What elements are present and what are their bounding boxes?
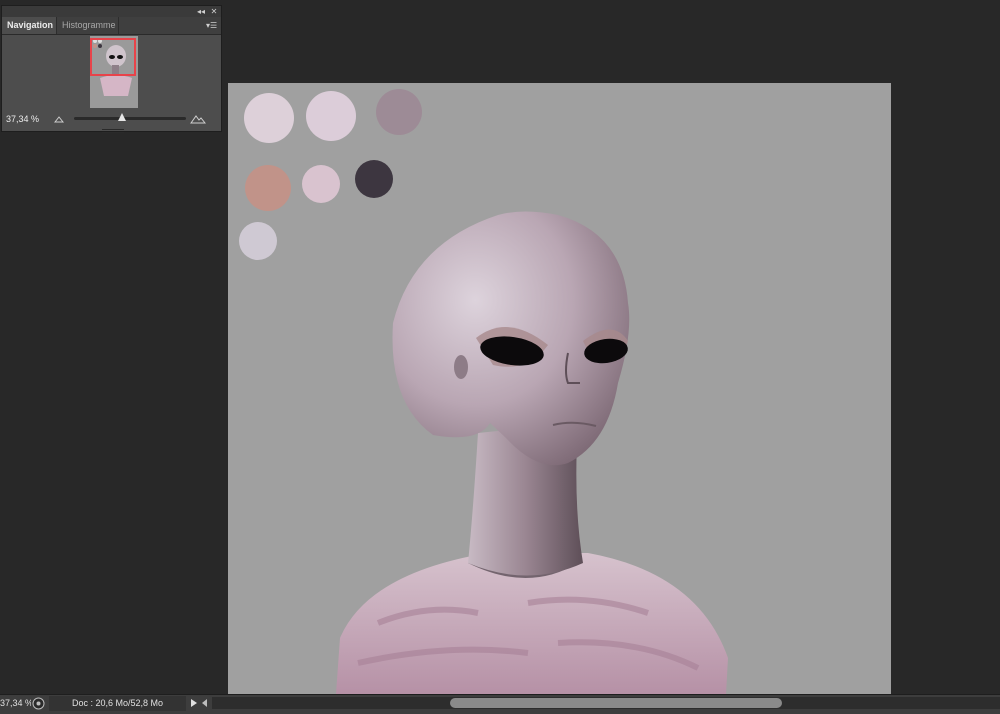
zoom-out-icon[interactable] xyxy=(54,114,64,124)
status-bar: 37,34 % Doc : 20,6 Mo/52,8 Mo xyxy=(0,694,1000,714)
tab-histogram[interactable]: Histogramme xyxy=(57,17,119,34)
close-icon[interactable]: ✕ xyxy=(209,6,219,17)
swatch xyxy=(239,222,277,260)
horizontal-scrollbar[interactable] xyxy=(212,697,1000,709)
status-zoom-field[interactable]: 37,34 % xyxy=(0,695,31,714)
scrollbar-thumb[interactable] xyxy=(450,698,782,708)
swatch xyxy=(306,91,356,141)
swatch xyxy=(244,93,294,143)
workspace: ◂◂ ✕ Navigation Histogramme ▾☰ 37,34 % 3… xyxy=(0,0,1000,714)
scroll-left-arrow-icon[interactable] xyxy=(202,699,208,707)
swatch xyxy=(376,89,422,135)
swatch xyxy=(245,165,291,211)
document-size-info: Doc : 20,6 Mo/52,8 Mo xyxy=(49,696,186,711)
panel-title-bar: ◂◂ ✕ xyxy=(2,6,221,17)
panel-resize-grip[interactable] xyxy=(102,129,124,133)
zoom-slider-thumb[interactable] xyxy=(117,113,126,121)
zoom-controls: 37,34 % xyxy=(2,111,221,127)
navigator-panel: ◂◂ ✕ Navigation Histogramme ▾☰ 37,34 % xyxy=(1,5,222,133)
double-chevron-left-icon[interactable]: ◂◂ xyxy=(195,6,207,17)
view-area-rectangle[interactable] xyxy=(90,38,136,76)
tab-navigation[interactable]: Navigation xyxy=(2,17,57,34)
panel-menu-icon[interactable]: ▾☰ xyxy=(206,20,218,31)
status-info-icon[interactable] xyxy=(32,697,45,710)
document-canvas[interactable] xyxy=(228,83,891,694)
canvas-artwork xyxy=(228,83,891,694)
zoom-in-icon[interactable] xyxy=(190,114,206,124)
panel-tabs: Navigation Histogramme ▾☰ xyxy=(2,17,221,35)
navigator-thumbnail[interactable] xyxy=(90,36,138,108)
zoom-slider[interactable] xyxy=(74,113,186,121)
status-menu-arrow-icon[interactable] xyxy=(190,698,198,708)
zoom-input[interactable]: 37,34 % xyxy=(4,112,48,126)
swatch xyxy=(355,160,393,198)
swatch xyxy=(302,165,340,203)
